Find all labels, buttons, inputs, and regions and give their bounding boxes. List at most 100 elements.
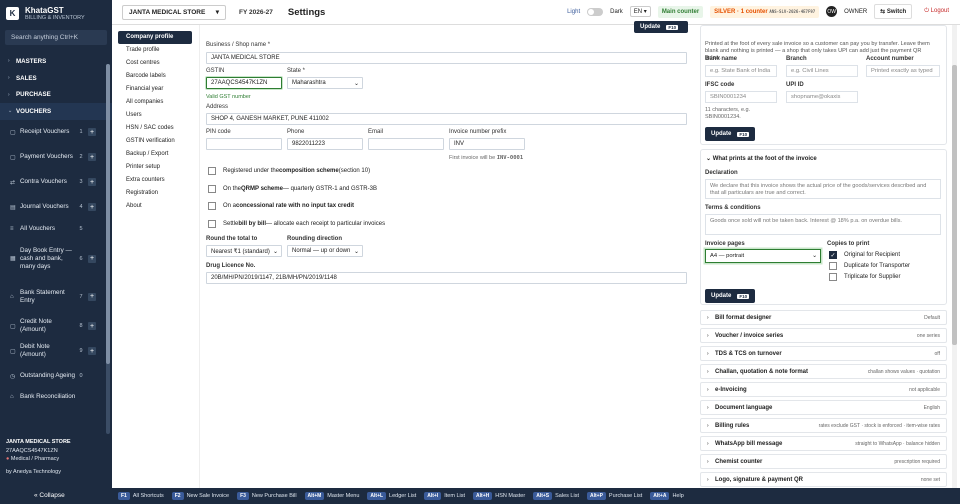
add-icon[interactable]: +	[88, 254, 96, 263]
section-document-language[interactable]: › Document language English	[700, 400, 947, 415]
sidebar-scrollbar[interactable]	[106, 64, 110, 434]
drug-licence-input[interactable]: 20B/MH/PN/2019/1147, 21B/MH/PN/2019/1148	[206, 272, 687, 284]
sidebar-item-payment-vouchers[interactable]: ▢ Payment Vouchers 2 +	[0, 145, 112, 170]
branch-input[interactable]: e.g. Civil Lines	[786, 65, 858, 77]
address-input[interactable]: SHOP 4, GANESH MARKET, PUNE 411002	[206, 113, 687, 125]
state-select[interactable]: Maharashtra ⌄	[287, 77, 363, 89]
terms-textarea[interactable]: Goods once sold will not be taken back. …	[705, 214, 941, 235]
shortcut-item-list[interactable]: Alt+I Item List	[424, 492, 465, 500]
shortcut-master-menu[interactable]: Alt+M Master Menu	[304, 492, 359, 500]
update-bank-button[interactable]: Update F10	[705, 127, 756, 141]
section-chemist-counter[interactable]: › Chemist counter prescription required	[700, 454, 947, 469]
round-select[interactable]: Nearest ₹1 (standard) ⌄	[206, 245, 282, 257]
language-select[interactable]: EN ▾	[629, 6, 651, 17]
prefix-input[interactable]: INV	[449, 138, 525, 150]
shortcut-hsn-master[interactable]: Alt+H HSN Master	[473, 492, 525, 500]
avatar[interactable]: OW	[826, 6, 838, 17]
sidebar-group-vouchers[interactable]: ⌄ VOUCHERS	[0, 103, 112, 120]
add-icon[interactable]: +	[88, 322, 96, 331]
section-whatsapp[interactable]: › WhatsApp bill message straight to WhatsA…	[700, 436, 947, 451]
nav-printer-setup[interactable]: Printer setup	[118, 161, 192, 174]
section-challan-format[interactable]: › Challan, quotation & note format challan…	[700, 364, 947, 379]
checkbox-box[interactable]	[829, 273, 837, 281]
declaration-textarea[interactable]: We declare that this invoice shows the a…	[705, 179, 941, 199]
rounding-direction-select[interactable]: Normal — up or down ⌄	[287, 245, 363, 257]
fy-selector[interactable]: FY 2026-27	[234, 9, 278, 16]
copy-triplicate-checkbox[interactable]: Triplicate for Supplier	[829, 273, 900, 281]
sidebar-item-outstanding-ageing[interactable]: ◷ Outstanding Ageing 0	[0, 364, 112, 389]
sidebar-item-credit-note[interactable]: ▢ Credit Note (Amount) 8 +	[0, 314, 112, 339]
shortcut-help[interactable]: Alt+A Help	[650, 492, 684, 500]
shortcut-ledger-list[interactable]: Alt+L Ledger List	[367, 492, 416, 500]
nav-all-companies[interactable]: All companies	[118, 96, 192, 109]
qrmp-checkbox[interactable]: On the QRMP scheme — quarterly GSTR-1 an…	[208, 185, 377, 193]
nav-backup-export[interactable]: Backup / Export	[118, 148, 192, 161]
nav-financial-year[interactable]: Financial year	[118, 83, 192, 96]
logout-button[interactable]: ⏻ Logout	[919, 5, 954, 18]
checkbox-box[interactable]	[208, 202, 216, 210]
checkbox-box[interactable]	[829, 262, 837, 270]
phone-input[interactable]: 9822011223	[287, 138, 363, 150]
sidebar-search-input[interactable]: Search anything Ctrl+K	[5, 30, 107, 45]
nav-extra-counters[interactable]: Extra counters	[118, 174, 192, 187]
section-logo-signature[interactable]: › Logo, signature & payment QR none set	[700, 472, 947, 487]
section-voucher-series[interactable]: › Voucher / invoice series one series	[700, 328, 947, 343]
nav-hsn-sac[interactable]: HSN / SAC codes	[118, 122, 192, 135]
sidebar-item-bank-statement[interactable]: ⌂ Bank Statement Entry 7 +	[0, 280, 112, 314]
update-foot-button[interactable]: Update F10	[705, 289, 756, 303]
shortcut-new-purchase[interactable]: F3 New Purchase Bill	[237, 492, 297, 500]
nav-registration[interactable]: Registration	[118, 187, 192, 200]
composition-checkbox[interactable]: Registered under the composition scheme …	[208, 167, 370, 175]
add-icon[interactable]: +	[88, 292, 96, 301]
nav-company-profile[interactable]: Company profile	[118, 31, 192, 44]
bill-by-bill-checkbox[interactable]: Settle bill by bill — allocate each rece…	[208, 220, 385, 228]
main-scrollbar[interactable]	[952, 25, 957, 488]
copy-duplicate-checkbox[interactable]: Duplicate for Transporter	[829, 262, 910, 270]
add-icon[interactable]: +	[88, 347, 96, 356]
sidebar-item-contra-vouchers[interactable]: ⇄ Contra Vouchers 3 +	[0, 170, 112, 195]
nav-barcode-labels[interactable]: Barcode labels	[118, 70, 192, 83]
nav-trade-profile[interactable]: Trade profile	[118, 44, 192, 57]
scrollbar-thumb[interactable]	[952, 65, 957, 345]
add-icon[interactable]: +	[88, 153, 96, 162]
checkbox-box[interactable]	[208, 167, 216, 175]
nav-cost-centres[interactable]: Cost centres	[118, 57, 192, 70]
shortcut-new-sale[interactable]: F2 New Sale Invoice	[171, 492, 229, 500]
shortcut-purchase-list[interactable]: Alt+P Purchase List	[586, 492, 642, 500]
collapse-sidebar-button[interactable]: « Collapse	[34, 492, 65, 499]
bank-name-input[interactable]: e.g. State Bank of India	[705, 65, 777, 77]
copy-original-checkbox[interactable]: ✓ Original for Recipient	[829, 251, 900, 259]
shop-selector[interactable]: JANTA MEDICAL STORE ▾	[122, 4, 226, 20]
section-e-invoicing[interactable]: › e-Invoicing not applicable	[700, 382, 947, 397]
checkbox-box[interactable]	[208, 185, 216, 193]
nav-gstin-verification[interactable]: GSTIN verification	[118, 135, 192, 148]
invoice-foot-title[interactable]: ⌄ What prints at the foot of the invoice	[706, 155, 817, 162]
scrollbar-thumb[interactable]	[106, 64, 110, 364]
sidebar-item-debit-note[interactable]: ▢ Debit Note (Amount) 9 +	[0, 339, 112, 364]
add-icon[interactable]: +	[88, 203, 96, 212]
nav-about[interactable]: About	[118, 200, 192, 213]
sidebar-item-journal-vouchers[interactable]: ▤ Journal Vouchers 4 +	[0, 195, 112, 220]
pin-input[interactable]	[206, 138, 282, 150]
section-bill-format[interactable]: › Bill format designer Default	[700, 310, 947, 325]
checkbox-box[interactable]	[208, 220, 216, 228]
nav-users[interactable]: Users	[118, 109, 192, 122]
email-input[interactable]	[368, 138, 444, 150]
concessional-checkbox[interactable]: On a concessional rate with no input tax…	[208, 202, 354, 210]
sidebar-group-sales[interactable]: › SALES	[0, 70, 112, 87]
account-number-input[interactable]: Printed exactly as typed	[866, 65, 940, 77]
business-name-input[interactable]: JANTA MEDICAL STORE	[206, 52, 687, 64]
shortcut-sales-list[interactable]: Alt+S Sales List	[533, 492, 579, 500]
sidebar-item-all-vouchers[interactable]: ≡ All Vouchers 5	[0, 220, 112, 238]
check-icon[interactable]: ✓	[829, 251, 837, 259]
gstin-input[interactable]: 27AAQCS4547K1ZN	[206, 77, 282, 89]
add-icon[interactable]: +	[88, 128, 96, 137]
sidebar-item-receipt-vouchers[interactable]: ▢ Receipt Vouchers 1 +	[0, 120, 112, 145]
sidebar-group-masters[interactable]: › MASTERS	[0, 53, 112, 70]
add-icon[interactable]: +	[88, 178, 96, 187]
sidebar-item-day-book[interactable]: ▦ Day Book Entry — cash and bank, many da…	[0, 238, 112, 280]
section-billing-rules[interactable]: › Billing rules rates exclude GST · stock …	[700, 418, 947, 433]
sidebar-group-purchase[interactable]: › PURCHASE	[0, 86, 112, 103]
top-update-button[interactable]: Update F10	[634, 21, 688, 33]
shortcut-all[interactable]: F1 All Shortcuts	[118, 492, 164, 500]
